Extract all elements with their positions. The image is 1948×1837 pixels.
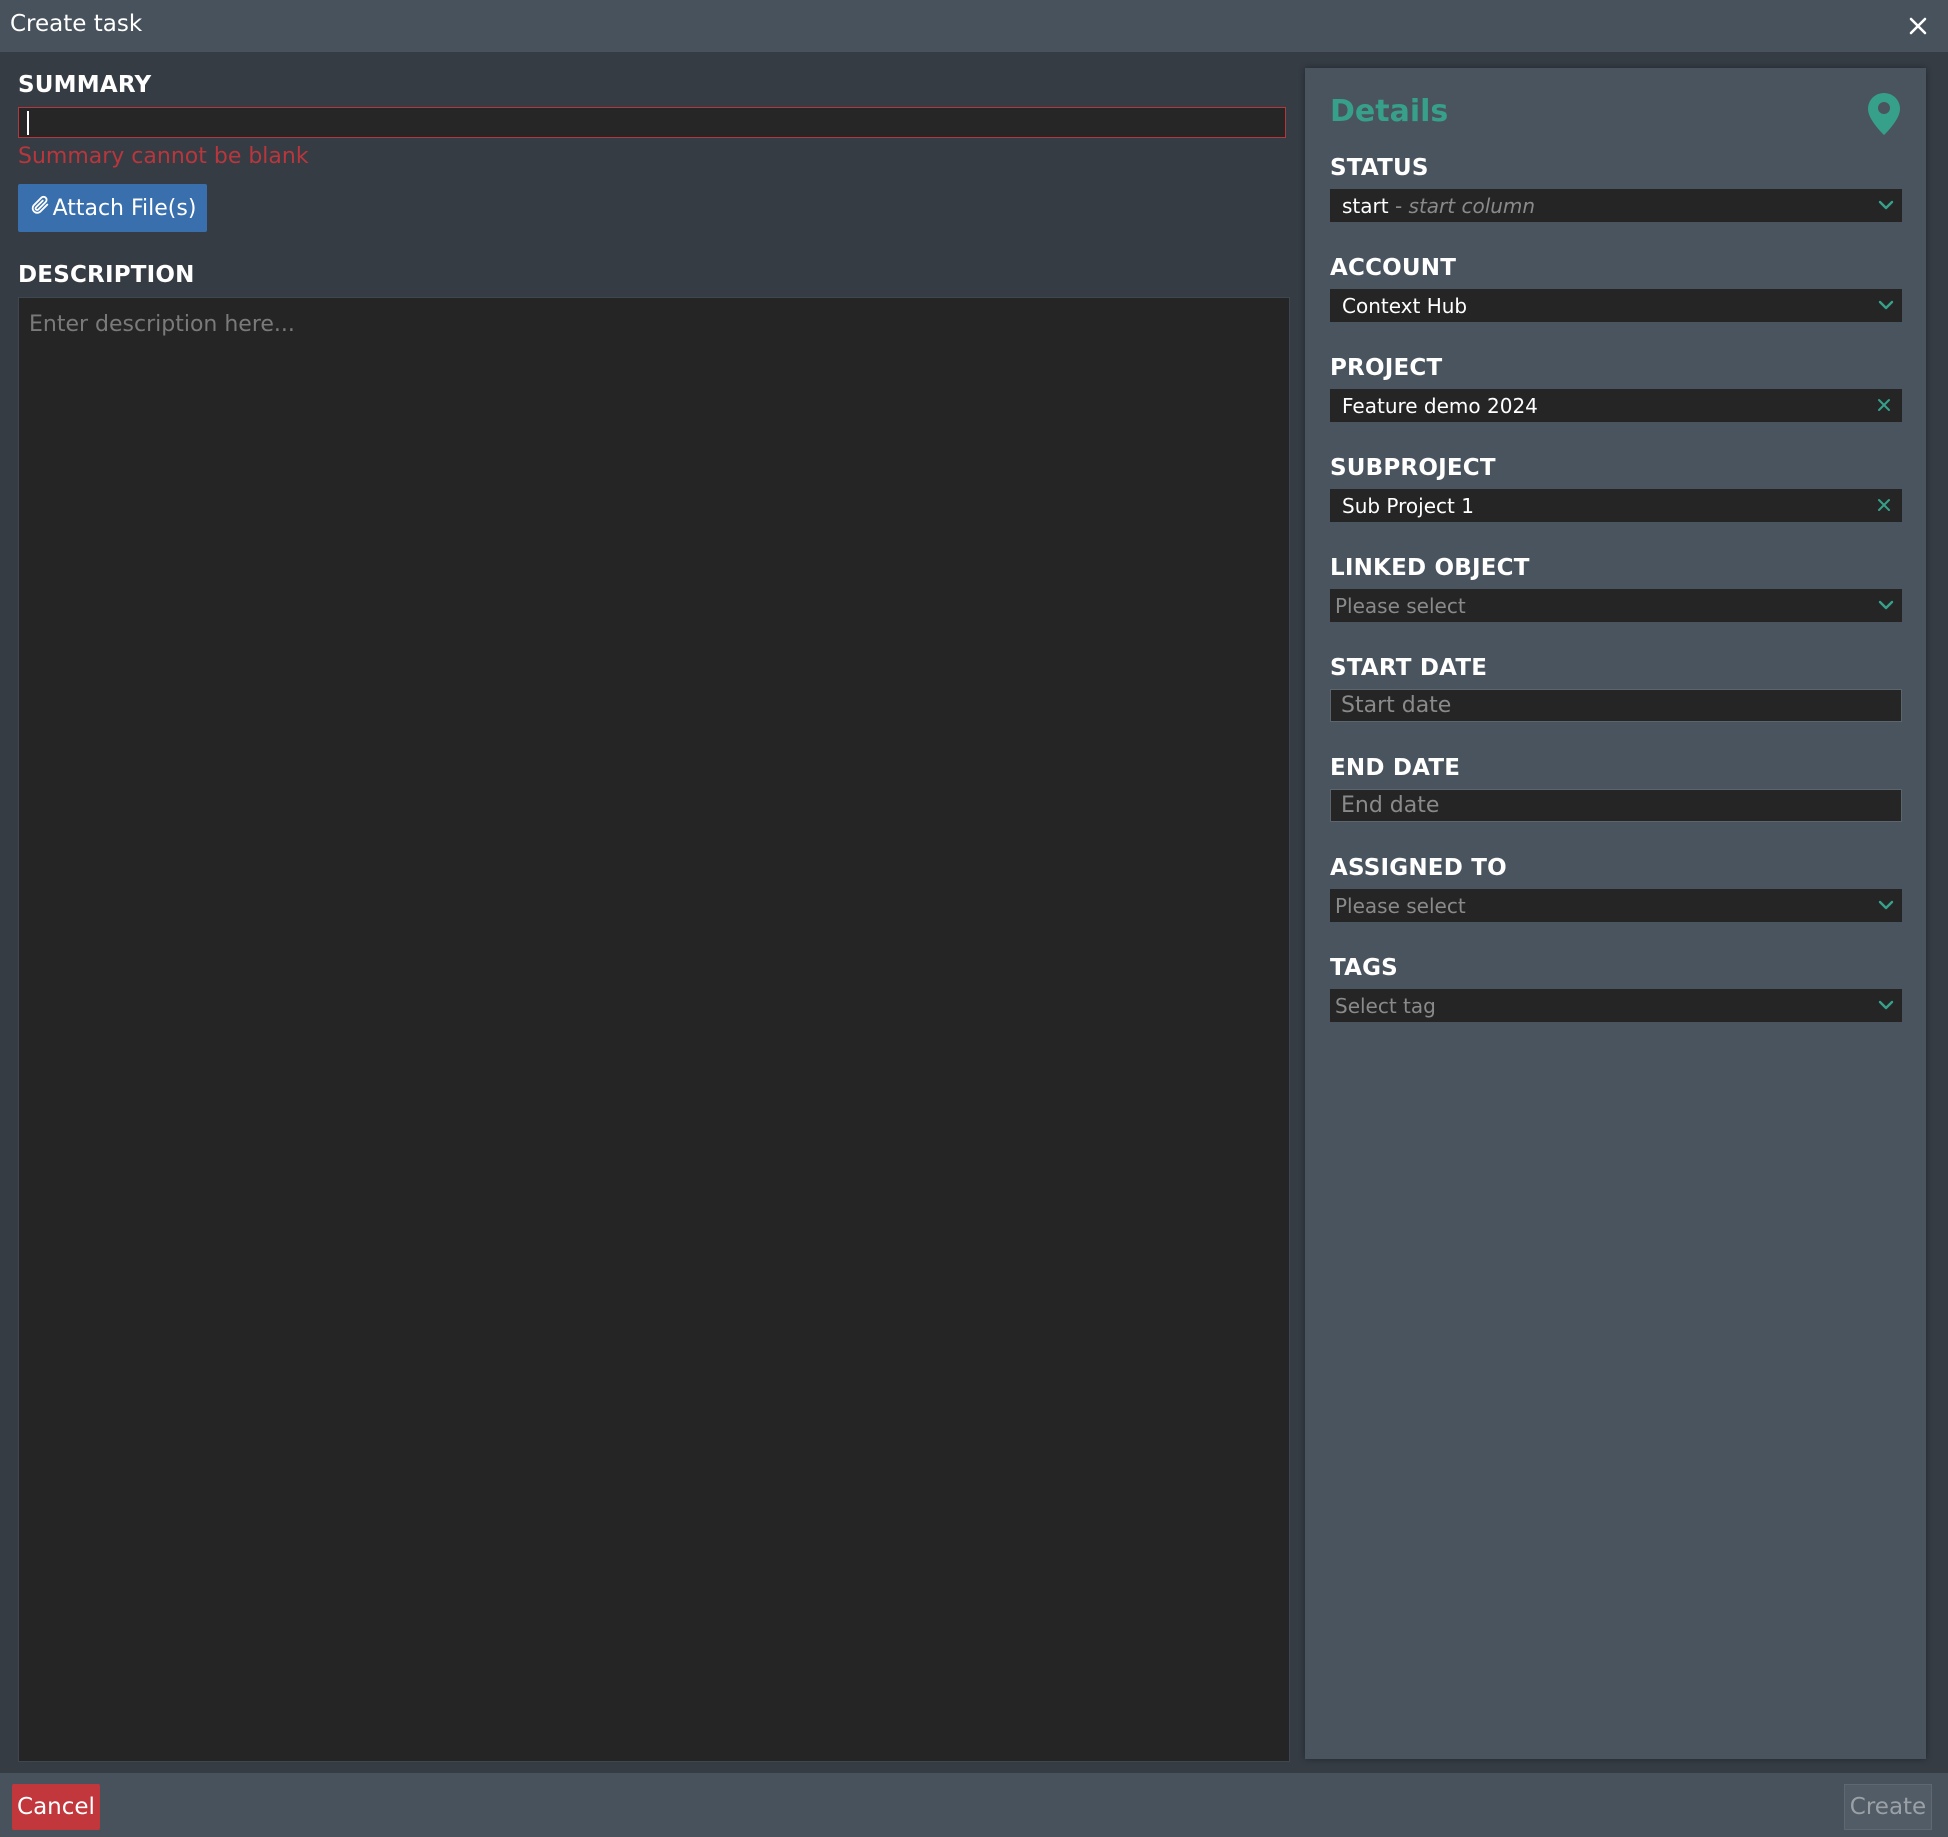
project-value: Feature demo 2024 [1342, 394, 1538, 418]
attach-files-button[interactable]: Attach File(s) [18, 184, 207, 232]
dialog-title: Create task [10, 11, 143, 37]
tags-placeholder: Select tag [1335, 994, 1436, 1018]
linked-object-select[interactable]: Please select [1330, 589, 1902, 622]
project-select[interactable]: Feature demo 2024 [1330, 389, 1902, 422]
subproject-label: SUBPROJECT [1330, 455, 1496, 481]
summary-label: SUMMARY [18, 72, 152, 98]
tags-select[interactable]: Select tag [1330, 989, 1902, 1022]
start-date-placeholder: Start date [1341, 693, 1452, 718]
end-date-input[interactable]: End date [1330, 789, 1902, 822]
cancel-button[interactable]: Cancel [12, 1784, 100, 1830]
close-icon[interactable] [1906, 14, 1930, 38]
attach-files-label: Attach File(s) [52, 195, 197, 221]
chevron-down-icon[interactable] [1877, 896, 1895, 914]
status-value: start - start column [1342, 194, 1535, 218]
account-select[interactable]: Context Hub [1330, 289, 1902, 322]
project-label: PROJECT [1330, 355, 1443, 381]
details-title: Details [1330, 94, 1449, 129]
status-label: STATUS [1330, 155, 1429, 181]
details-panel: Details STATUS start - start column ACCO… [1305, 68, 1926, 1759]
summary-input[interactable] [18, 107, 1286, 138]
map-pin-icon [1867, 92, 1901, 136]
clear-icon[interactable] [1876, 397, 1892, 413]
create-button[interactable]: Create [1844, 1784, 1932, 1830]
account-label: ACCOUNT [1330, 255, 1457, 281]
account-value: Context Hub [1342, 294, 1468, 318]
start-date-label: START DATE [1330, 655, 1488, 681]
chevron-down-icon[interactable] [1877, 296, 1895, 314]
description-placeholder: Enter description here... [29, 312, 295, 337]
subproject-select[interactable]: Sub Project 1 [1330, 489, 1902, 522]
chevron-down-icon[interactable] [1877, 196, 1895, 214]
assigned-to-placeholder: Please select [1335, 894, 1466, 918]
dialog-titlebar: Create task [0, 0, 1948, 52]
text-caret [27, 111, 29, 135]
status-select[interactable]: start - start column [1330, 189, 1902, 222]
status-name: start [1342, 194, 1389, 218]
linked-object-label: LINKED OBJECT [1330, 555, 1530, 581]
assigned-to-label: ASSIGNED TO [1330, 855, 1507, 881]
subproject-value: Sub Project 1 [1342, 494, 1474, 518]
description-label: DESCRIPTION [18, 262, 195, 288]
summary-error-message: Summary cannot be blank [18, 144, 309, 169]
assigned-to-select[interactable]: Please select [1330, 889, 1902, 922]
description-textarea[interactable]: Enter description here... [18, 297, 1290, 1762]
tags-label: TAGS [1330, 955, 1398, 981]
end-date-label: END DATE [1330, 755, 1461, 781]
clear-icon[interactable] [1876, 497, 1892, 513]
chevron-down-icon[interactable] [1877, 996, 1895, 1014]
status-separator: - [1388, 194, 1409, 218]
start-date-input[interactable]: Start date [1330, 689, 1902, 722]
linked-object-placeholder: Please select [1335, 594, 1466, 618]
end-date-placeholder: End date [1341, 793, 1440, 818]
dialog-footer: Cancel Create [0, 1773, 1948, 1837]
status-hint: start column [1408, 194, 1536, 218]
chevron-down-icon[interactable] [1877, 596, 1895, 614]
paperclip-icon [29, 194, 51, 222]
